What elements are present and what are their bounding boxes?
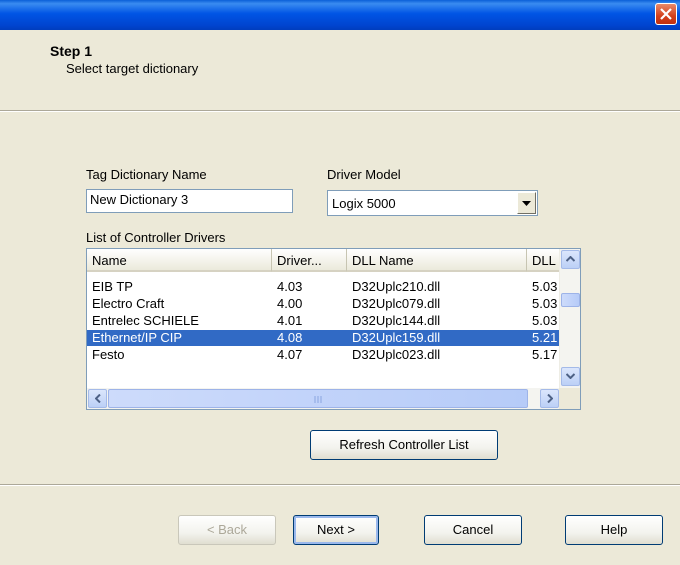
driver-model-select[interactable]: Logix 5000: [327, 190, 538, 216]
scrollbar-corner: [559, 388, 580, 409]
driver-model-value: Logix 5000: [332, 196, 396, 211]
cell-dll-version: 5.03: [532, 313, 558, 328]
cell-driver: 4.00: [277, 296, 303, 311]
cell-driver: 4.03: [277, 279, 303, 294]
table-row[interactable]: Festo 4.07 D32Uplc023.dll 5.17: [87, 347, 560, 363]
title-bar: [0, 0, 680, 30]
cell-dll: D32Uplc210.dll: [352, 279, 441, 294]
table-row[interactable]: EIB TP 4.03 D32Uplc210.dll 5.03: [87, 279, 560, 295]
cell-dll-version: 5.17: [532, 347, 558, 362]
driver-model-dropdown-button[interactable]: [517, 192, 536, 214]
scroll-right-button[interactable]: [540, 389, 559, 408]
chevron-down-icon: [522, 201, 531, 206]
cell-dll: D32Uplc144.dll: [352, 313, 441, 328]
horizontal-scrollbar[interactable]: [87, 388, 560, 409]
cell-name: Ethernet/IP CIP: [92, 330, 183, 345]
cell-name: Electro Craft: [92, 296, 165, 311]
chevron-left-icon: [95, 394, 101, 403]
close-icon: [660, 8, 672, 20]
chevron-right-icon: [547, 394, 553, 403]
header-divider: [0, 110, 680, 112]
cell-dll: D32Uplc159.dll: [352, 330, 441, 345]
cell-name: Festo: [92, 347, 125, 362]
column-header-dll-version[interactable]: DLL ...: [527, 249, 560, 272]
help-button[interactable]: Help: [565, 515, 663, 545]
refresh-controller-list-button[interactable]: Refresh Controller List: [310, 430, 498, 460]
grip-icon: [314, 396, 322, 403]
column-header-dll-name[interactable]: DLL Name: [347, 249, 527, 272]
column-header-name[interactable]: Name: [87, 249, 272, 272]
scroll-left-button[interactable]: [88, 389, 107, 408]
footer-divider: [0, 484, 680, 486]
controller-list[interactable]: Name Driver... DLL Name DLL ... EIB TP 4…: [86, 248, 581, 410]
cell-dll-version: 5.03: [532, 279, 558, 294]
cell-dll-version: 5.21: [532, 330, 558, 345]
back-button[interactable]: < Back: [178, 515, 276, 545]
tag-dictionary-label: Tag Dictionary Name: [86, 167, 207, 182]
list-header: Name Driver... DLL Name DLL ...: [87, 249, 560, 273]
vertical-scrollbar[interactable]: [559, 249, 580, 388]
tag-dictionary-input[interactable]: New Dictionary 3: [86, 189, 293, 213]
cell-name: Entrelec SCHIELE: [92, 313, 199, 328]
vertical-scroll-thumb[interactable]: [561, 293, 580, 307]
scroll-up-button[interactable]: [561, 250, 580, 269]
horizontal-scroll-thumb[interactable]: [108, 389, 528, 408]
table-row[interactable]: Entrelec SCHIELE 4.01 D32Uplc144.dll 5.0…: [87, 313, 560, 329]
close-button[interactable]: [655, 3, 677, 25]
controller-list-label: List of Controller Drivers: [86, 230, 226, 245]
step-title: Step 1: [50, 43, 93, 59]
step-subtitle: Select target dictionary: [66, 61, 199, 76]
chevron-up-icon: [566, 256, 575, 262]
cancel-button[interactable]: Cancel: [424, 515, 522, 545]
next-button[interactable]: Next >: [293, 515, 379, 545]
chevron-down-icon: [566, 373, 575, 379]
cell-driver: 4.01: [277, 313, 303, 328]
cell-dll-version: 5.03: [532, 296, 558, 311]
cell-driver: 4.08: [277, 330, 303, 345]
cell-dll: D32Uplc079.dll: [352, 296, 441, 311]
scroll-down-button[interactable]: [561, 367, 580, 386]
table-row[interactable]: Electro Craft 4.00 D32Uplc079.dll 5.03: [87, 296, 560, 312]
column-header-driver[interactable]: Driver...: [272, 249, 347, 272]
cell-driver: 4.07: [277, 347, 303, 362]
cell-dll: D32Uplc023.dll: [352, 347, 441, 362]
driver-model-label: Driver Model: [327, 167, 401, 182]
cell-name: EIB TP: [92, 279, 133, 294]
table-row-selected[interactable]: Ethernet/IP CIP 4.08 D32Uplc159.dll 5.21: [87, 330, 560, 346]
